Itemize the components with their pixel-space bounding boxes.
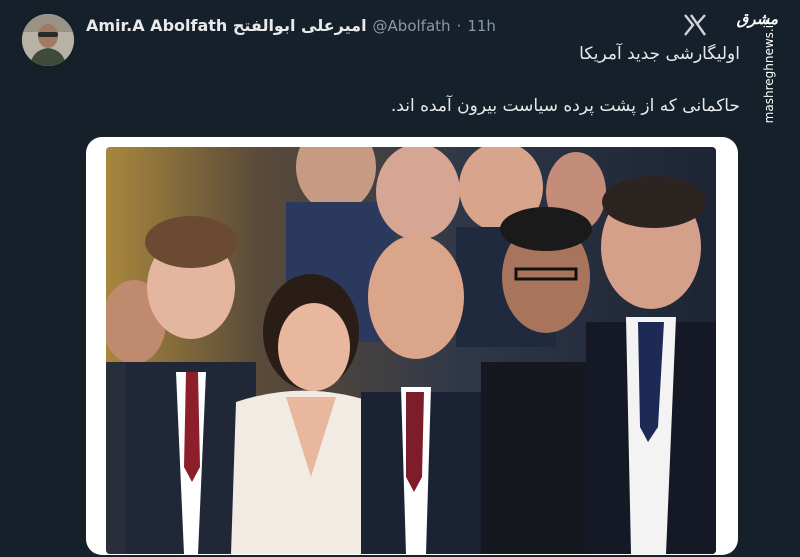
separator-dot: · bbox=[456, 16, 462, 35]
user-handle[interactable]: @Abolfath bbox=[373, 17, 451, 35]
tweet-card: Amir.A Abolfath امیرعلی ابوالفتح @Abolfa… bbox=[0, 0, 800, 557]
tweet-text-line-2: حاکمانی که از پشت پرده سیاست بیرون آمده … bbox=[390, 96, 740, 116]
timestamp[interactable]: 11h bbox=[467, 17, 496, 35]
avatar[interactable] bbox=[22, 14, 74, 66]
x-logo-icon bbox=[682, 12, 708, 38]
display-name[interactable]: Amir.A Abolfath امیرعلی ابوالفتح bbox=[86, 16, 367, 35]
tweet-photo[interactable] bbox=[106, 147, 716, 554]
watermark-url: mashreghnews.ir bbox=[762, 20, 776, 124]
tweet-text-line-1: اولیگارشی جدید آمریکا bbox=[579, 44, 740, 64]
tweet-header: Amir.A Abolfath امیرعلی ابوالفتح @Abolfa… bbox=[86, 16, 690, 35]
